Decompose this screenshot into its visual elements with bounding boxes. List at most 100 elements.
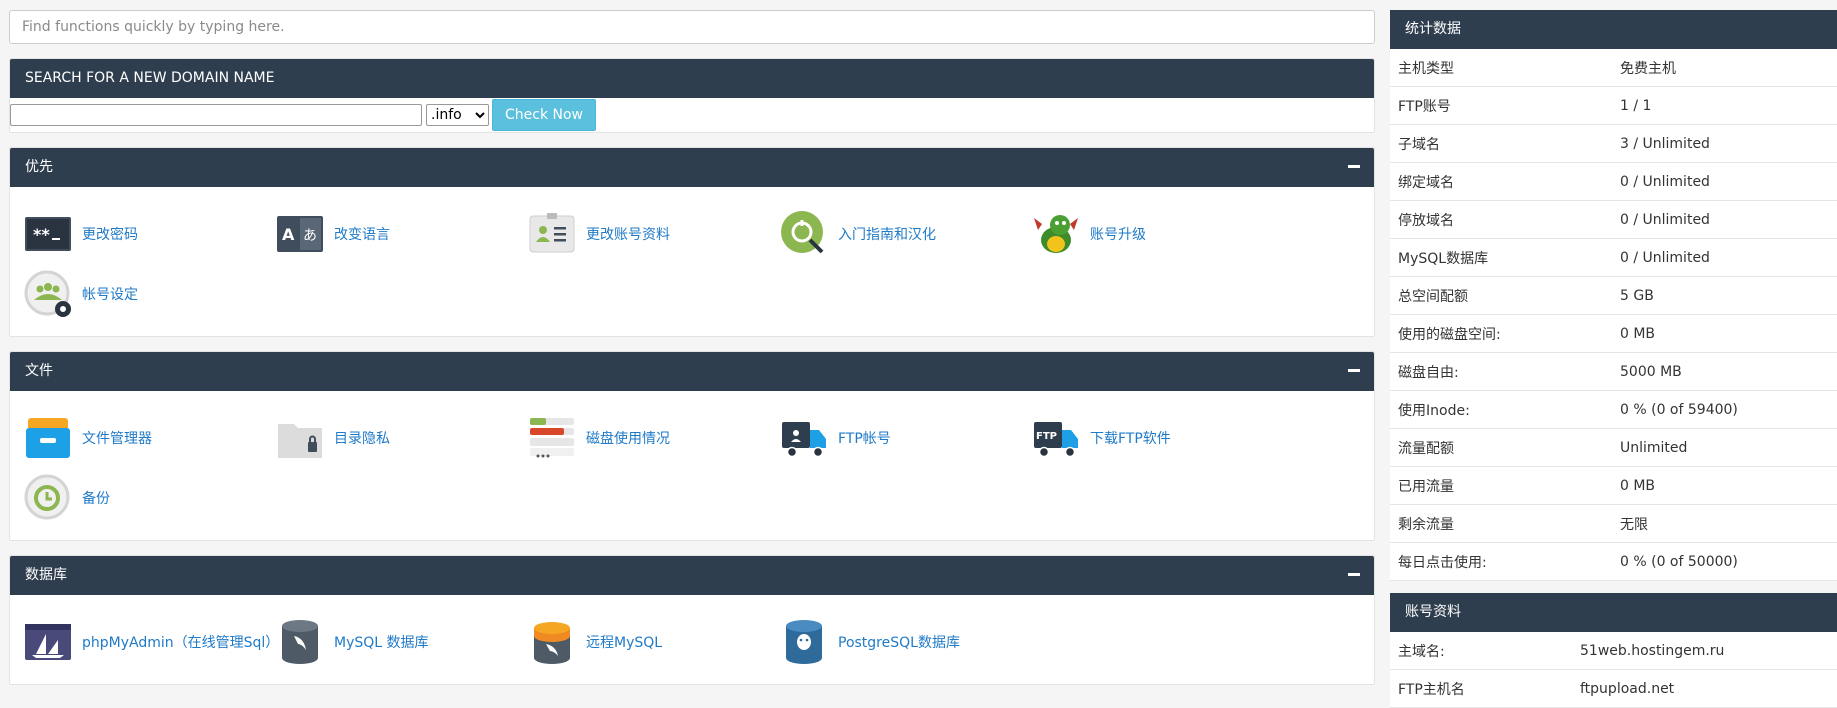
ftp-truck-icon — [782, 422, 826, 458]
check-now-button[interactable]: Check Now — [492, 99, 597, 131]
row-key: 停放域名 — [1398, 212, 1454, 229]
databases-panel-header: 数据库 — [10, 556, 1374, 595]
table-row: 主域名: 51web.hostingem.ru — [1390, 632, 1837, 670]
item-label: 文件管理器 — [82, 431, 152, 447]
table-row: 子域名 3 / Unlimited — [1390, 125, 1837, 163]
row-value: Unlimited — [1620, 439, 1688, 456]
item-label: 更改账号资料 — [586, 227, 670, 243]
row-value: 0 / Unlimited — [1620, 173, 1710, 190]
svg-text:FTP: FTP — [1036, 431, 1057, 442]
priority-panel: 优先 ** 更改密码 A あ 改变语言 更改账号资料 入门指南和汉化 账号升级 … — [9, 147, 1375, 337]
row-key: 剩余流量 — [1398, 516, 1454, 533]
postgresql-databases-item[interactable]: PostgreSQL数据库 — [780, 612, 1032, 672]
row-key: 磁盘自由: — [1398, 364, 1459, 381]
priority-grid: ** 更改密码 A あ 改变语言 更改账号资料 入门指南和汉化 账号升级 帐号设… — [10, 187, 1374, 336]
row-key: 总空间配额 — [1398, 288, 1468, 305]
table-row: FTP账号 1 / 1 — [1390, 87, 1837, 125]
contact-info-item[interactable]: 更改账号资料 — [528, 204, 780, 264]
row-key: 使用Inode: — [1398, 402, 1470, 419]
row-value: 无限 — [1620, 516, 1648, 533]
disk-usage-item[interactable]: 磁盘使用情况 — [528, 408, 780, 468]
backup-item[interactable]: 备份 — [24, 468, 276, 528]
getting-started-item[interactable]: 入门指南和汉化 — [780, 204, 1032, 264]
table-row: 总空间配额 5 GB — [1390, 277, 1837, 315]
row-key: 使用的磁盘空间: — [1398, 326, 1501, 343]
row-value: 0 MB — [1620, 477, 1656, 494]
row-key: FTP账号 — [1398, 98, 1451, 115]
collapse-icon[interactable] — [1348, 369, 1360, 372]
row-key: 主域名: — [1398, 643, 1445, 660]
statistics-title: 统计数据 — [1390, 10, 1837, 49]
table-row: 停放域名 0 / Unlimited — [1390, 201, 1837, 239]
remote-mysql-item[interactable]: 远程MySQL — [528, 612, 780, 672]
main-column: SEARCH FOR A NEW DOMAIN NAME .info Check… — [9, 10, 1375, 685]
postgresql-icon — [786, 620, 822, 664]
files-grid: 文件管理器 目录隐私 磁盘使用情况 FTP帐号 FTP 下载FTP软件 备份 — [10, 391, 1374, 540]
table-row: 剩余流量 无限 — [1390, 505, 1837, 543]
row-value: 5000 MB — [1620, 363, 1682, 380]
tld-select[interactable]: .info — [426, 104, 489, 126]
domain-search-row: .info Check Now — [10, 98, 1374, 132]
mysql-icon — [282, 620, 318, 664]
account-table: 主域名: 51web.hostingem.ru FTP主机名 ftpupload.ne… — [1390, 632, 1837, 708]
files-panel: 文件 文件管理器 目录隐私 磁盘使用情况 FTP帐号 FTP 下载FTP软件 备… — [9, 351, 1375, 541]
backup-icon — [24, 474, 70, 520]
item-label: FTP帐号 — [838, 431, 891, 447]
directory-privacy-item[interactable]: 目录隐私 — [276, 408, 528, 468]
row-value: 0 / Unlimited — [1620, 249, 1710, 266]
account-settings-item[interactable]: 帐号设定 — [24, 264, 276, 324]
ftp-software-item[interactable]: FTP 下载FTP软件 — [1032, 408, 1284, 468]
dragon-icon — [1034, 215, 1078, 253]
getting-started-icon — [781, 211, 824, 254]
item-label: 改变语言 — [334, 227, 390, 243]
table-row: 流量配额 Unlimited — [1390, 429, 1837, 467]
item-label: 入门指南和汉化 — [838, 227, 936, 243]
table-row: 每日点击使用: 0 % (0 of 50000) — [1390, 543, 1837, 581]
file-manager-item[interactable]: 文件管理器 — [24, 408, 276, 468]
item-label: 远程MySQL — [586, 635, 663, 651]
row-key: MySQL数据库 — [1398, 250, 1489, 267]
folder-lock-icon — [278, 424, 322, 458]
account-settings-icon — [24, 270, 71, 317]
row-key: 绑定域名 — [1398, 174, 1454, 191]
row-value: 免费主机 — [1620, 60, 1676, 77]
row-value: 0 MB — [1620, 325, 1656, 342]
change-password-item[interactable]: ** 更改密码 — [24, 204, 276, 264]
item-label: 磁盘使用情况 — [586, 431, 670, 447]
row-value: 0 / Unlimited — [1620, 211, 1710, 228]
upgrade-account-item[interactable]: 账号升级 — [1032, 204, 1284, 264]
table-row: 已用流量 0 MB — [1390, 467, 1837, 505]
ftp-accounts-item[interactable]: FTP帐号 — [780, 408, 1032, 468]
collapse-icon[interactable] — [1348, 573, 1360, 576]
phpmyadmin-item[interactable]: phpMyAdmin（在线管理Sql） — [24, 612, 279, 672]
svg-text:あ: あ — [303, 228, 317, 244]
row-key: 已用流量 — [1398, 478, 1454, 495]
ftp-download-icon: FTP — [1034, 422, 1078, 458]
change-language-item[interactable]: A あ 改变语言 — [276, 204, 528, 264]
table-row: MySQL数据库 0 / Unlimited — [1390, 239, 1837, 277]
files-panel-header: 文件 — [10, 352, 1374, 391]
domain-name-input[interactable] — [10, 104, 422, 126]
language-icon: A あ — [277, 216, 323, 252]
domain-search-panel: SEARCH FOR A NEW DOMAIN NAME .info Check… — [9, 58, 1375, 133]
function-search-input[interactable] — [9, 10, 1375, 44]
file-manager-icon — [26, 418, 70, 458]
priority-panel-header: 优先 — [10, 148, 1374, 187]
table-row: 使用Inode: 0 % (0 of 59400) — [1390, 391, 1837, 429]
remote-mysql-icon — [534, 622, 570, 664]
contact-card-icon — [529, 213, 575, 253]
databases-panel: 数据库 phpMyAdmin（在线管理Sql） MySQL 数据库 远程MySQ… — [9, 555, 1375, 685]
account-title: 账号资料 — [1390, 593, 1837, 632]
table-row: 磁盘自由: 5000 MB — [1390, 353, 1837, 391]
collapse-icon[interactable] — [1348, 165, 1360, 168]
files-title: 文件 — [25, 363, 53, 379]
mysql-databases-item[interactable]: MySQL 数据库 — [276, 612, 528, 672]
table-row: 绑定域名 0 / Unlimited — [1390, 163, 1837, 201]
item-label: 账号升级 — [1090, 227, 1146, 243]
table-row: 使用的磁盘空间: 0 MB — [1390, 315, 1837, 353]
row-key: 每日点击使用: — [1398, 554, 1487, 571]
databases-grid: phpMyAdmin（在线管理Sql） MySQL 数据库 远程MySQL Po… — [10, 595, 1374, 684]
row-value: 5 GB — [1620, 287, 1654, 304]
svg-text:A: A — [282, 225, 295, 244]
item-label: 更改密码 — [82, 227, 138, 243]
